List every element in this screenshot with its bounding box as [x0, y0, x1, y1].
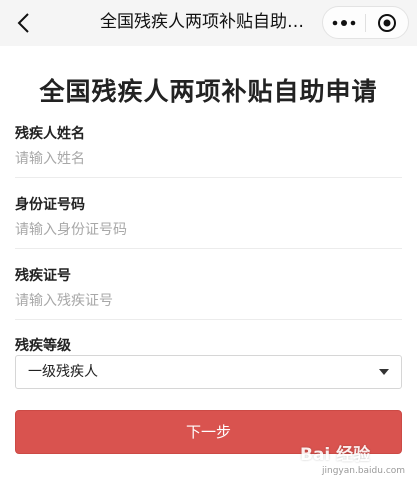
name-label: 残疾人姓名 — [15, 126, 85, 142]
watermark-url: jingyan.baidu.com — [322, 466, 406, 476]
name-divider — [15, 177, 402, 178]
target-close-icon — [378, 13, 396, 32]
id-number-label: 身份证号码 — [15, 197, 85, 213]
disability-level-value: 一级残疾人 — [28, 364, 98, 380]
mini-program-capsule — [322, 6, 409, 39]
disability-cert-label: 残疾证号 — [15, 268, 71, 284]
nav-title: 全国残疾人两项补贴自助… — [100, 12, 304, 32]
name-input[interactable] — [15, 144, 402, 174]
caret-down-icon — [379, 369, 389, 375]
id-number-divider — [15, 248, 402, 249]
more-dots-icon — [332, 19, 356, 26]
chevron-left-icon — [17, 13, 29, 33]
disability-level-select[interactable]: 一级残疾人 — [15, 355, 402, 389]
disability-cert-input[interactable] — [15, 286, 402, 316]
back-button[interactable] — [10, 8, 36, 38]
disability-cert-divider — [15, 319, 402, 320]
disability-level-label: 残疾等级 — [15, 338, 71, 354]
form-page: 全国残疾人两项补贴自助申请 残疾人姓名 身份证号码 残疾证号 残疾等级 一级残疾… — [0, 46, 417, 486]
more-button[interactable] — [323, 7, 365, 38]
page-heading: 全国残疾人两项补贴自助申请 — [39, 77, 378, 106]
close-mini-program-button[interactable] — [366, 7, 408, 38]
watermark: Bai 经验 jingyan.baidu.com — [300, 440, 412, 484]
id-number-input[interactable] — [15, 215, 402, 245]
watermark-logo: Bai 经验 — [300, 445, 371, 465]
navigation-bar: 全国残疾人两项补贴自助… — [0, 0, 417, 46]
